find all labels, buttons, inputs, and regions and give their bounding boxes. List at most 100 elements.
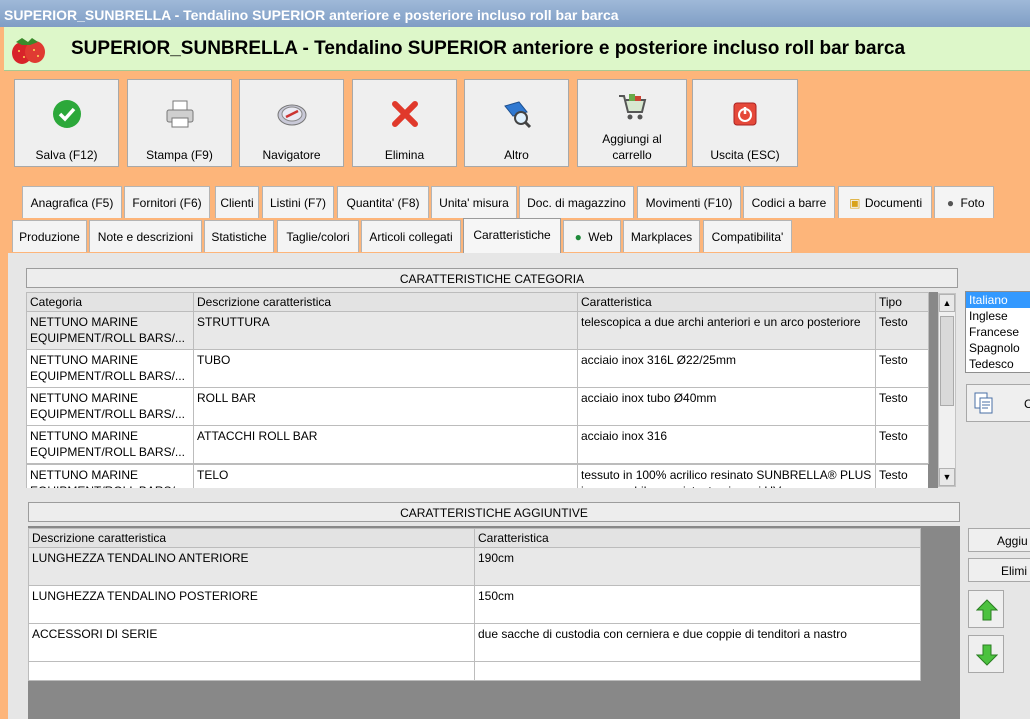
table-cell[interactable]: NETTUNO MARINE EQUIPMENT/ROLL BARS/... <box>26 425 194 464</box>
category-scrollbar[interactable]: ▲ ▼ <box>938 293 956 487</box>
power-icon <box>733 102 757 126</box>
column-header[interactable]: Caratteristica <box>577 292 876 312</box>
tab-note-descrizioni[interactable]: Note e descrizioni <box>89 220 202 252</box>
tab-doc-magazzino[interactable]: Doc. di magazzino <box>519 186 634 218</box>
column-header[interactable]: Descrizione caratteristica <box>193 292 578 312</box>
save-button[interactable]: Salva (F12) <box>14 79 119 167</box>
compass-icon <box>277 104 306 126</box>
delete-button[interactable]: Elimina <box>352 79 457 167</box>
add-to-cart-button[interactable]: Aggiungi al carrello <box>577 79 687 167</box>
tab-clienti[interactable]: Clienti <box>215 186 259 218</box>
table-row[interactable]: NETTUNO MARINE EQUIPMENT/ROLL BARS/... R… <box>26 387 929 426</box>
table-cell[interactable]: Testo <box>875 387 929 426</box>
table-cell[interactable]: acciaio inox 316L Ø22/25mm <box>577 349 876 388</box>
table-row[interactable]: NETTUNO MARINE EQUIPMENT/ROLL BARS/... T… <box>26 464 928 488</box>
table-cell[interactable]: Testo <box>875 425 929 464</box>
table-cell[interactable]: acciaio inox 316 <box>577 425 876 464</box>
column-header[interactable]: Tipo <box>875 292 929 312</box>
move-up-button[interactable] <box>968 590 1004 628</box>
table-cell[interactable]: Testo <box>875 464 928 488</box>
table-row[interactable]: LUNGHEZZA TENDALINO POSTERIORE 150cm <box>28 585 921 624</box>
tab-codici-barre[interactable]: Codici a barre <box>743 186 835 218</box>
tab-label: Note e descrizioni <box>97 230 194 244</box>
exit-button[interactable]: Uscita (ESC) <box>692 79 798 167</box>
tab-statistiche[interactable]: Statistiche <box>204 220 274 252</box>
delete-feature-button[interactable]: Elimi <box>968 558 1030 582</box>
column-header[interactable]: Descrizione caratteristica <box>28 528 475 548</box>
table-cell[interactable]: NETTUNO MARINE EQUIPMENT/ROLL BARS/... <box>26 387 194 426</box>
category-table-clip: NETTUNO MARINE EQUIPMENT/ROLL BARS/... T… <box>26 464 928 488</box>
language-item[interactable]: Francese <box>966 324 1030 340</box>
table-cell[interactable]: Testo <box>875 311 929 350</box>
tab-compatibilita[interactable]: Compatibilita' <box>703 220 792 252</box>
column-header[interactable]: Categoria <box>26 292 194 312</box>
tab-listini[interactable]: Listini (F7) <box>262 186 334 218</box>
navigator-button[interactable]: Navigatore <box>239 79 344 167</box>
tab-label: Fornitori (F6) <box>132 196 202 210</box>
table-row[interactable]: NETTUNO MARINE EQUIPMENT/ROLL BARS/... S… <box>26 311 929 350</box>
category-table[interactable]: Categoria Descrizione caratteristica Car… <box>26 292 929 464</box>
table-cell[interactable]: 150cm <box>474 585 921 624</box>
save-label: Salva (F12) <box>35 148 98 162</box>
scroll-down-icon[interactable]: ▼ <box>939 468 955 486</box>
tab-unita-misura[interactable]: Unita' misura <box>431 186 517 218</box>
tab-quantita[interactable]: Quantita' (F8) <box>337 186 429 218</box>
table-cell[interactable]: ROLL BAR <box>193 387 578 426</box>
tab-foto[interactable]: ● Foto <box>934 186 994 218</box>
table-row[interactable] <box>28 661 921 681</box>
table-row[interactable]: ACCESSORI DI SERIE due sacche di custodi… <box>28 623 921 662</box>
table-cell[interactable]: ATTACCHI ROLL BAR <box>193 425 578 464</box>
table-cell[interactable]: 190cm <box>474 547 921 586</box>
language-item[interactable]: Italiano <box>966 292 1030 308</box>
move-down-button[interactable] <box>968 635 1004 673</box>
table-row[interactable]: NETTUNO MARINE EQUIPMENT/ROLL BARS/... T… <box>26 349 929 388</box>
table-cell[interactable]: acciaio inox tubo Ø40mm <box>577 387 876 426</box>
tab-label: Doc. di magazzino <box>527 196 626 210</box>
copy-button[interactable]: C <box>966 384 1030 422</box>
tab-produzione[interactable]: Produzione <box>12 220 87 252</box>
tab-web[interactable]: ● Web <box>563 220 621 252</box>
table-cell[interactable] <box>28 661 475 681</box>
table-cell[interactable]: telescopica a due archi anteriori e un a… <box>577 311 876 350</box>
check-icon <box>52 100 81 128</box>
exit-label: Uscita (ESC) <box>710 148 780 162</box>
language-item[interactable]: Tedesco <box>966 356 1030 372</box>
additional-table[interactable]: Descrizione caratteristica Caratteristic… <box>28 528 921 681</box>
scroll-up-icon[interactable]: ▲ <box>939 294 955 312</box>
column-header[interactable]: Caratteristica <box>474 528 921 548</box>
table-cell[interactable]: Testo <box>875 349 929 388</box>
add-feature-button[interactable]: Aggiu <box>968 528 1030 552</box>
tab-anagrafica[interactable]: Anagrafica (F5) <box>22 186 122 218</box>
table-cell[interactable]: TUBO <box>193 349 578 388</box>
tab-articoli-collegati[interactable]: Articoli collegati <box>361 220 461 252</box>
tab-markplaces[interactable]: Markplaces <box>623 220 700 252</box>
scroll-thumb[interactable] <box>940 316 954 406</box>
table-cell[interactable]: NETTUNO MARINE EQUIPMENT/ROLL BARS/... <box>26 464 194 488</box>
tab-movimenti[interactable]: Movimenti (F10) <box>637 186 741 218</box>
table-cell[interactable]: due sacche di custodia con cerniera e du… <box>474 623 921 662</box>
table-cell[interactable]: ACCESSORI DI SERIE <box>28 623 475 662</box>
other-button[interactable]: Altro <box>464 79 569 167</box>
navigator-label: Navigatore <box>262 148 321 162</box>
category-table-last-row[interactable]: NETTUNO MARINE EQUIPMENT/ROLL BARS/... T… <box>26 464 928 488</box>
table-cell[interactable]: TELO <box>193 464 578 488</box>
print-button[interactable]: Stampa (F9) <box>127 79 232 167</box>
table-cell[interactable]: tessuto in 100% acrilico resinato SUNBRE… <box>577 464 876 488</box>
tab-documenti[interactable]: ▣ Documenti <box>838 186 932 218</box>
tab-caratteristiche[interactable]: Caratteristiche <box>463 218 561 254</box>
tab-fornitori[interactable]: Fornitori (F6) <box>124 186 210 218</box>
language-item[interactable]: Spagnolo <box>966 340 1030 356</box>
table-cell[interactable] <box>474 661 921 681</box>
table-cell[interactable]: NETTUNO MARINE EQUIPMENT/ROLL BARS/... <box>26 349 194 388</box>
table-cell[interactable]: LUNGHEZZA TENDALINO ANTERIORE <box>28 547 475 586</box>
table-row[interactable]: LUNGHEZZA TENDALINO ANTERIORE 190cm <box>28 547 921 586</box>
language-list[interactable]: Italiano Inglese Francese Spagnolo Tedes… <box>965 291 1030 373</box>
copy-label: C <box>1024 397 1030 411</box>
table-cell[interactable]: NETTUNO MARINE EQUIPMENT/ROLL BARS/... <box>26 311 194 350</box>
language-item[interactable]: Inglese <box>966 308 1030 324</box>
table-row[interactable]: NETTUNO MARINE EQUIPMENT/ROLL BARS/... A… <box>26 425 929 464</box>
tab-taglie-colori[interactable]: Taglie/colori <box>277 220 359 252</box>
table-cell[interactable]: LUNGHEZZA TENDALINO POSTERIORE <box>28 585 475 624</box>
magnifier-book-icon <box>503 101 531 129</box>
table-cell[interactable]: STRUTTURA <box>193 311 578 350</box>
